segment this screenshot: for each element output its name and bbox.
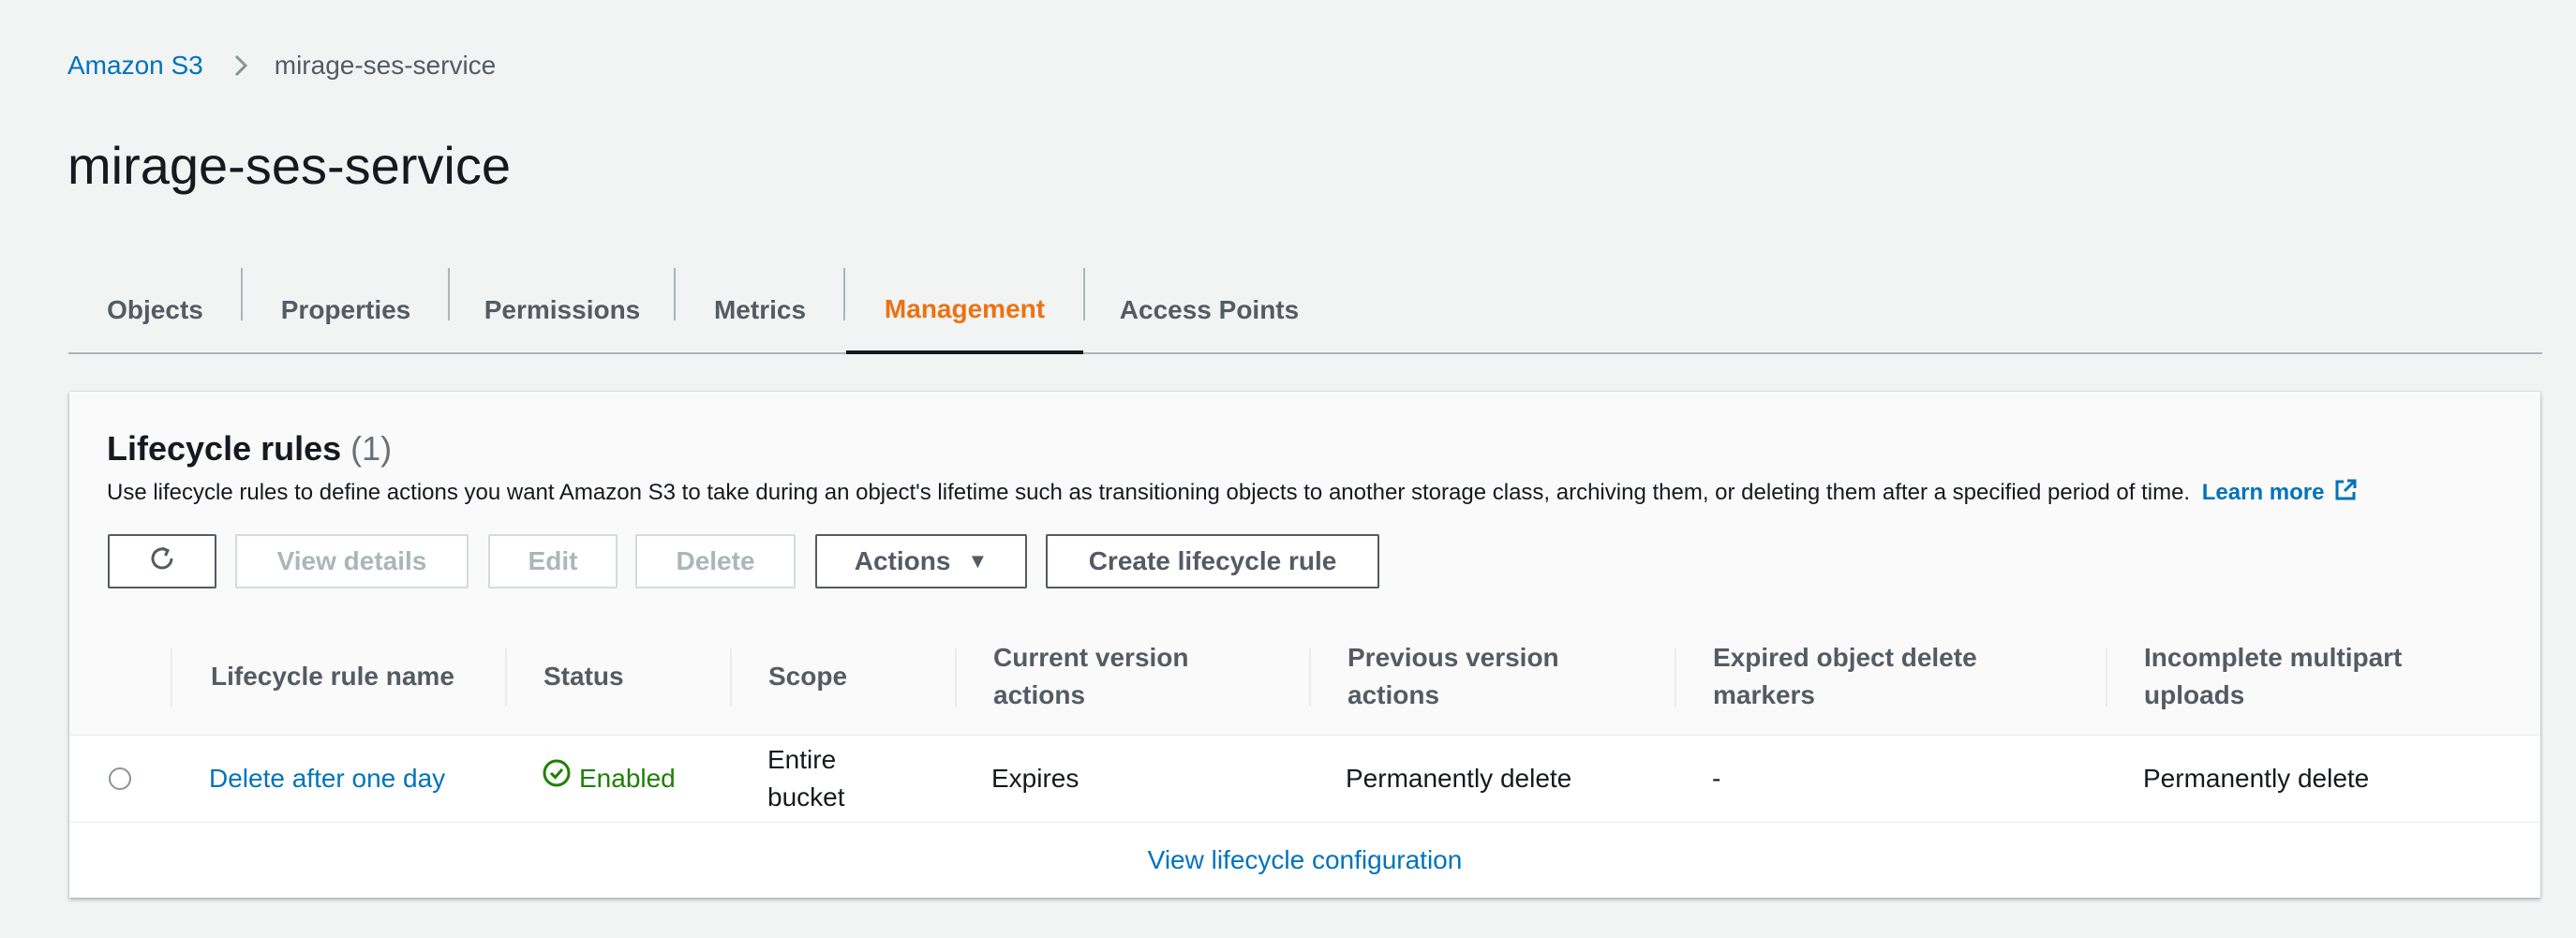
column-separator — [955, 648, 957, 707]
check-circle-icon — [542, 758, 579, 798]
rule-count: (1) — [350, 429, 393, 468]
column-separator — [730, 648, 732, 707]
column-previous-version-actions[interactable]: Previous version actions — [1348, 618, 1582, 735]
row-select-radio[interactable] — [109, 767, 131, 790]
column-rule-name[interactable]: Lifecycle rule name — [211, 618, 492, 735]
refresh-icon — [146, 543, 178, 581]
tab-management[interactable]: Management — [846, 268, 1083, 354]
expired-markers-cell: - — [1712, 763, 1721, 793]
description-text: Use lifecycle rules to define actions yo… — [107, 479, 2191, 505]
table-row: Delete after one day Enabled Entire buck… — [69, 735, 2540, 823]
tab-properties[interactable]: Properties — [243, 268, 449, 352]
actions-label: Actions — [854, 546, 951, 575]
breadcrumb-current: mirage-ses-service — [274, 51, 497, 80]
column-current-version-actions[interactable]: Current version actions — [993, 618, 1218, 735]
tab-objects[interactable]: Objects — [68, 268, 242, 352]
create-lifecycle-rule-button[interactable]: Create lifecycle rule — [1046, 534, 1379, 588]
edit-button[interactable]: Edit — [488, 534, 618, 588]
previous-actions-cell: Permanently delete — [1346, 763, 1572, 793]
column-incomplete-multipart-uploads[interactable]: Incomplete multipart uploads — [2144, 618, 2453, 735]
current-actions-cell: Expires — [991, 763, 1080, 793]
column-separator — [2106, 648, 2107, 707]
tab-access-points[interactable]: Access Points — [1085, 268, 1333, 352]
panel-footer: View lifecycle configuration — [69, 823, 2540, 898]
chevron-right-icon — [228, 47, 254, 84]
s3-bucket-page: Amazon S3 mirage-ses-service mirage-ses-… — [0, 0, 2576, 938]
column-separator — [1309, 648, 1311, 707]
learn-more-label: Learn more — [2201, 479, 2325, 505]
rule-name-cell: Delete after one day — [209, 735, 445, 822]
column-expired-delete-markers[interactable]: Expired object delete markers — [1713, 618, 2022, 735]
column-separator — [1675, 648, 1676, 707]
status-badge: Enabled — [542, 758, 676, 798]
scope-cell: Entire bucket — [767, 744, 845, 811]
column-separator — [505, 648, 507, 707]
tab-permissions[interactable]: Permissions — [450, 268, 675, 352]
panel-title-text: Lifecycle rules — [107, 429, 342, 468]
tab-metrics[interactable]: Metrics — [676, 268, 844, 352]
table-header: Lifecycle rule name Status Scope Current… — [69, 618, 2540, 736]
lifecycle-rules-panel: Lifecycle rules (1) Use lifecycle rules … — [69, 392, 2540, 898]
breadcrumb: Amazon S3 mirage-ses-service — [67, 47, 496, 84]
column-separator — [171, 648, 172, 707]
external-link-icon — [2333, 478, 2358, 509]
view-details-button[interactable]: View details — [235, 534, 469, 588]
tab-bar: Objects Properties Permissions Metrics M… — [68, 268, 2542, 354]
actions-dropdown-button[interactable]: Actions ▼ — [815, 534, 1027, 588]
panel-title: Lifecycle rules (1) — [107, 429, 392, 469]
column-status[interactable]: Status — [543, 618, 712, 735]
status-text: Enabled — [579, 763, 676, 793]
column-scope[interactable]: Scope — [768, 618, 956, 735]
refresh-button[interactable] — [108, 534, 216, 588]
rule-name-link[interactable]: Delete after one day — [209, 760, 445, 797]
delete-button[interactable]: Delete — [635, 534, 796, 588]
page-title: mirage-ses-service — [67, 136, 511, 195]
caret-down-icon: ▼ — [967, 549, 989, 573]
status-cell: Enabled — [542, 735, 676, 822]
tab-divider — [843, 268, 845, 320]
view-lifecycle-configuration-link[interactable]: View lifecycle configuration — [1148, 845, 1463, 875]
panel-description: Use lifecycle rules to define actions yo… — [107, 478, 2358, 509]
panel-header: Lifecycle rules (1) Use lifecycle rules … — [69, 392, 2540, 619]
breadcrumb-amazon-s3-link[interactable]: Amazon S3 — [67, 51, 203, 81]
learn-more-link[interactable]: Learn more — [2201, 479, 2359, 505]
incomplete-uploads-cell: Permanently delete — [2143, 763, 2370, 793]
